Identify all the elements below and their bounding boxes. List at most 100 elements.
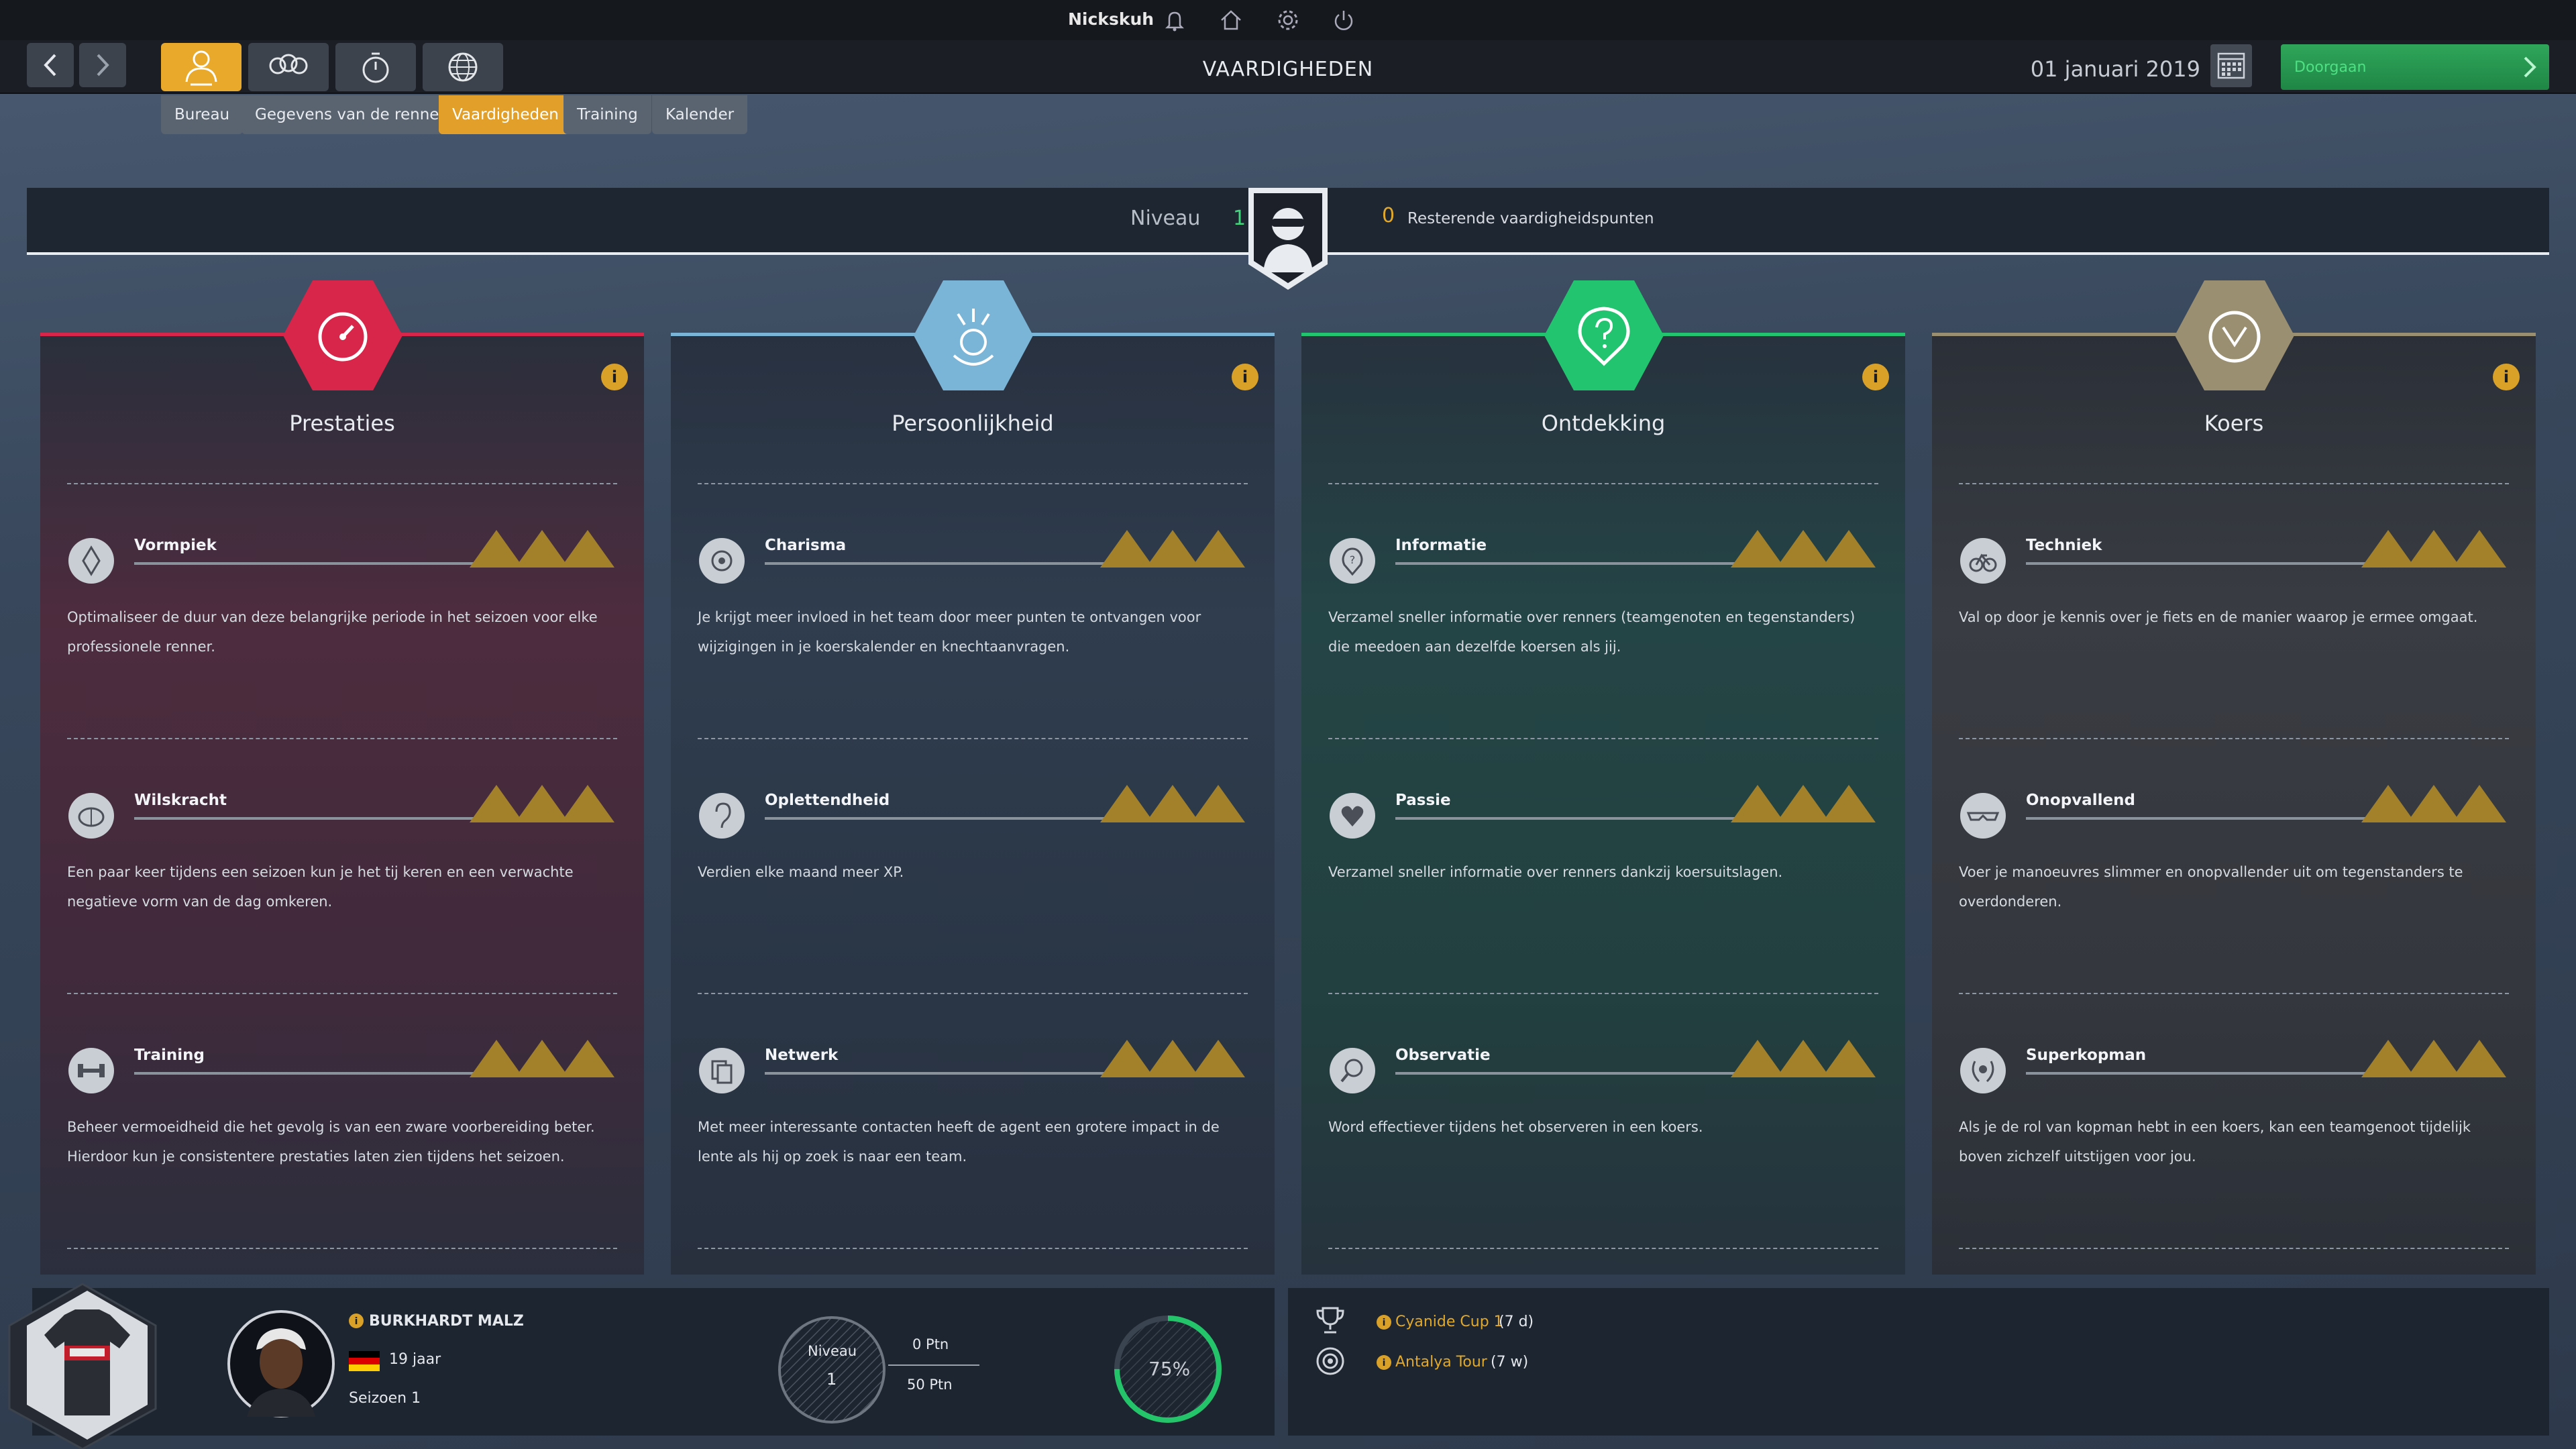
divider bbox=[1959, 483, 2509, 484]
skill-techniek[interactable]: Techniek Val op door je kennis over je f… bbox=[1932, 530, 2536, 765]
stopwatch-hex-icon bbox=[283, 280, 402, 390]
skill-informatie[interactable]: ? Informatie Verzamel sneller informatie… bbox=[1301, 530, 1905, 765]
team-jersey-hex-icon[interactable] bbox=[5, 1281, 160, 1449]
rider-level-label: Niveau bbox=[808, 1343, 857, 1359]
dumbbell-icon bbox=[68, 1048, 114, 1093]
top-bar: Nickskuh bbox=[0, 0, 2576, 40]
forward-button[interactable] bbox=[79, 43, 126, 87]
username[interactable]: Nickskuh bbox=[1068, 9, 1154, 29]
chevron-right-icon bbox=[2524, 56, 2536, 78]
skill-level-triangles bbox=[2361, 785, 2506, 822]
skill-progress-line bbox=[1395, 1072, 1771, 1075]
laurel-icon bbox=[1960, 1048, 2006, 1093]
home-icon[interactable] bbox=[1218, 7, 1244, 34]
documents-icon bbox=[699, 1048, 745, 1093]
skill-description: Verzamel sneller informatie over renners… bbox=[1328, 864, 1783, 880]
magnifier-icon bbox=[1330, 1048, 1375, 1093]
skill-level-triangles bbox=[470, 1040, 614, 1077]
divider bbox=[698, 738, 1248, 739]
continue-button[interactable]: Doorgaan bbox=[2281, 44, 2549, 90]
divider bbox=[67, 993, 617, 994]
rider-menu-button[interactable] bbox=[161, 43, 241, 91]
skill-progress-line bbox=[765, 562, 1140, 565]
event-when: (7 w) bbox=[1491, 1354, 1529, 1371]
stopwatch-icon bbox=[362, 52, 389, 83]
svg-text:i: i bbox=[1383, 1318, 1386, 1328]
team-icon bbox=[269, 54, 308, 74]
info-icon[interactable]: i bbox=[1377, 1315, 1391, 1330]
skill-level-triangles bbox=[1100, 1040, 1245, 1077]
skill-name: Passie bbox=[1395, 792, 1451, 809]
skill-wilskracht[interactable]: Wilskracht Een paar keer tijdens een sei… bbox=[40, 785, 644, 1020]
rider-name[interactable]: BURKHARDT MALZ bbox=[369, 1313, 524, 1330]
power-icon[interactable] bbox=[1330, 7, 1357, 34]
bicycle-icon bbox=[1960, 538, 2006, 584]
skill-level-triangles bbox=[1731, 530, 1876, 568]
race-menu-button[interactable] bbox=[335, 43, 416, 91]
info-icon[interactable]: i bbox=[1862, 364, 1889, 390]
skill-level-triangles bbox=[470, 530, 614, 568]
skill-netwerk[interactable]: Netwerk Met meer interessante contacten … bbox=[671, 1040, 1275, 1275]
tab-training[interactable]: Training bbox=[564, 95, 651, 134]
divider bbox=[1328, 738, 1878, 739]
world-menu-button[interactable] bbox=[423, 43, 503, 91]
gear-icon[interactable] bbox=[1275, 7, 1301, 34]
skill-name: Vormpiek bbox=[134, 537, 217, 554]
skill-card-persoonlijkheid: i Persoonlijkheid Charisma Je krijgt mee… bbox=[671, 280, 1275, 1275]
skill-progress-line bbox=[765, 817, 1140, 820]
svg-text:?: ? bbox=[1350, 553, 1356, 566]
skill-training[interactable]: Training Beheer vermoeidheid die het gev… bbox=[40, 1040, 644, 1275]
skill-name: Onopvallend bbox=[2026, 792, 2135, 809]
skill-description: Als je de rol van kopman hebt in een koe… bbox=[1959, 1119, 2471, 1165]
tab-calendar[interactable]: Kalender bbox=[652, 95, 748, 134]
divider bbox=[67, 738, 617, 739]
skill-onopvallend[interactable]: Onopvallend Voer je manoeuvres slimmer e… bbox=[1932, 785, 2536, 1020]
skill-level-triangles bbox=[1100, 530, 1245, 568]
skill-superkopman[interactable]: Superkopman Als je de rol van kopman heb… bbox=[1932, 1040, 2536, 1275]
drop-icon bbox=[68, 538, 114, 584]
skill-observatie[interactable]: Observatie Word effectiever tijdens het … bbox=[1301, 1040, 1905, 1275]
skill-progress-line bbox=[2026, 1072, 2402, 1075]
team-menu-button[interactable] bbox=[248, 43, 329, 91]
skill-description: Een paar keer tijdens een seizoen kun je… bbox=[67, 864, 574, 910]
skill-charisma[interactable]: Charisma Je krijgt meer invloed in het t… bbox=[671, 530, 1275, 765]
calendar-icon[interactable] bbox=[2210, 44, 2252, 87]
remaining-points-label: Resterende vaardigheidspunten bbox=[1407, 210, 1654, 227]
tab-skills[interactable]: Vaardigheden bbox=[439, 95, 572, 134]
info-icon[interactable]: i bbox=[1232, 364, 1258, 390]
info-icon[interactable]: i bbox=[601, 364, 628, 390]
rider-avatar[interactable] bbox=[227, 1309, 335, 1418]
event-name[interactable]: Cyanide Cup 1 bbox=[1395, 1313, 1503, 1330]
event-name[interactable]: Antalya Tour bbox=[1395, 1354, 1487, 1371]
skill-vormpiek[interactable]: Vormpiek Optimaliseer de duur van deze b… bbox=[40, 530, 644, 765]
heart-icon bbox=[1330, 793, 1375, 839]
skill-passie[interactable]: Passie Verzamel sneller informatie over … bbox=[1301, 785, 1905, 1020]
tab-bureau[interactable]: Bureau bbox=[161, 95, 244, 134]
speedometer-hex-icon bbox=[2175, 280, 2294, 390]
divider bbox=[1959, 993, 2509, 994]
sunglasses-icon bbox=[1960, 793, 2006, 839]
brain-icon bbox=[68, 793, 114, 839]
divider bbox=[1328, 993, 1878, 994]
personality-hex-icon bbox=[914, 280, 1033, 390]
skill-card-ontdekking: i Ontdekking ? Informatie Verzamel snell… bbox=[1301, 280, 1905, 1275]
skill-name: Wilskracht bbox=[134, 792, 227, 809]
tab-rider-details[interactable]: Gegevens van de renner bbox=[241, 95, 459, 134]
info-icon[interactable]: i bbox=[1377, 1355, 1391, 1370]
skill-description: Voer je manoeuvres slimmer en onopvallen… bbox=[1959, 864, 2463, 910]
skill-progress-line bbox=[2026, 817, 2402, 820]
skill-progress-line bbox=[1395, 562, 1771, 565]
info-icon[interactable]: i bbox=[2493, 364, 2520, 390]
points-next: 50 Ptn bbox=[907, 1377, 953, 1393]
points-current: 0 Ptn bbox=[912, 1336, 949, 1352]
back-button[interactable] bbox=[27, 43, 74, 87]
skill-oplettendheid[interactable]: Oplettendheid Verdien elke maand meer XP… bbox=[671, 785, 1275, 1020]
bell-icon[interactable] bbox=[1161, 7, 1188, 34]
current-date: 01 januari 2019 bbox=[2030, 56, 2200, 82]
skill-description: Met meer interessante contacten heeft de… bbox=[698, 1119, 1220, 1165]
card-title: Koers bbox=[2204, 411, 2264, 436]
skill-description: Verzamel sneller informatie over renners… bbox=[1328, 609, 1856, 655]
info-icon[interactable]: i bbox=[349, 1313, 364, 1328]
question-icon: ? bbox=[1330, 538, 1375, 584]
divider bbox=[1959, 738, 2509, 739]
